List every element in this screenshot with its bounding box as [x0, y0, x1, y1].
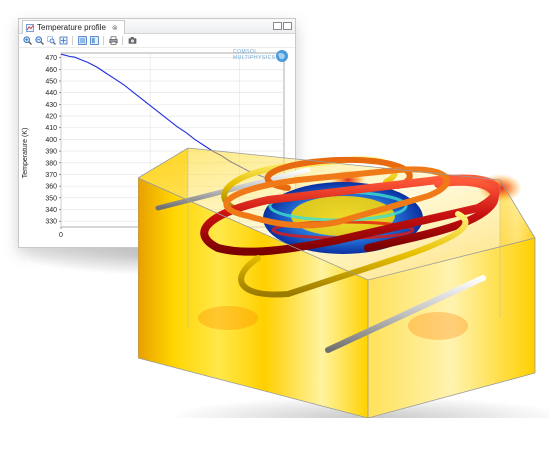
toolbar-separator	[72, 36, 73, 45]
y-tick-label: 420	[45, 114, 57, 121]
zoom-box-button[interactable]	[46, 36, 56, 46]
y-tick-label: 390	[45, 149, 57, 156]
y-tick-label: 470	[45, 55, 57, 62]
zoom-out-button[interactable]	[34, 36, 44, 46]
y-tick-label: 380	[45, 160, 57, 167]
zoom-in-button[interactable]	[22, 36, 32, 46]
y-axis-label: Temperature (K)	[22, 128, 29, 179]
y-tick-label: 450	[45, 79, 57, 86]
zoom-extents-button[interactable]	[58, 36, 68, 46]
zoom-out-icon	[34, 36, 44, 45]
zoom-in-icon	[22, 36, 32, 45]
y-tick-label: 330	[45, 219, 57, 226]
toolbar-separator	[122, 36, 123, 45]
zoom-box-icon	[46, 36, 56, 45]
tab-close-icon[interactable]: ⊗	[112, 24, 118, 32]
x-tick-label: 0	[59, 232, 63, 239]
image-snapshot-button[interactable]	[127, 36, 137, 46]
logo-line2: MULTIPHYSICS	[233, 55, 276, 61]
zoom-extents-icon	[59, 36, 67, 45]
hot-spot-front-right	[408, 312, 468, 340]
y-tick-label: 430	[45, 102, 57, 109]
scene-light-icon	[77, 36, 87, 45]
print-icon	[108, 36, 118, 45]
hot-spot-front-left	[198, 306, 258, 330]
plot-toolbar	[19, 34, 295, 48]
maximize-button[interactable]	[283, 22, 292, 30]
print-button[interactable]	[108, 36, 118, 46]
y-tick-label: 370	[45, 172, 57, 179]
comsol-logo-text: COMSOL MULTIPHYSICS	[233, 49, 276, 61]
y-tick-label: 350	[45, 195, 57, 202]
y-tick-label: 360	[45, 184, 57, 191]
scene-light-button[interactable]	[77, 36, 87, 46]
y-tick-label: 440	[45, 90, 57, 97]
transparency-icon	[89, 36, 99, 45]
tab-title: Temperature profile	[37, 23, 106, 32]
y-tick-label: 400	[45, 137, 57, 144]
globe-logo-icon	[276, 50, 288, 62]
y-tick-label: 460	[45, 67, 57, 74]
plot-group-icon	[26, 23, 34, 32]
y-tick-label: 410	[45, 125, 57, 132]
window-titlebar: Temperature profile ⊗	[19, 19, 295, 34]
minimize-button[interactable]	[273, 22, 282, 30]
3d-simulation-render[interactable]	[138, 118, 550, 418]
transparency-button[interactable]	[89, 36, 99, 46]
tab-temperature-profile[interactable]: Temperature profile ⊗	[22, 20, 125, 34]
y-tick-label: 340	[45, 207, 57, 214]
image-snapshot-icon	[128, 37, 136, 44]
toolbar-separator	[103, 36, 104, 45]
